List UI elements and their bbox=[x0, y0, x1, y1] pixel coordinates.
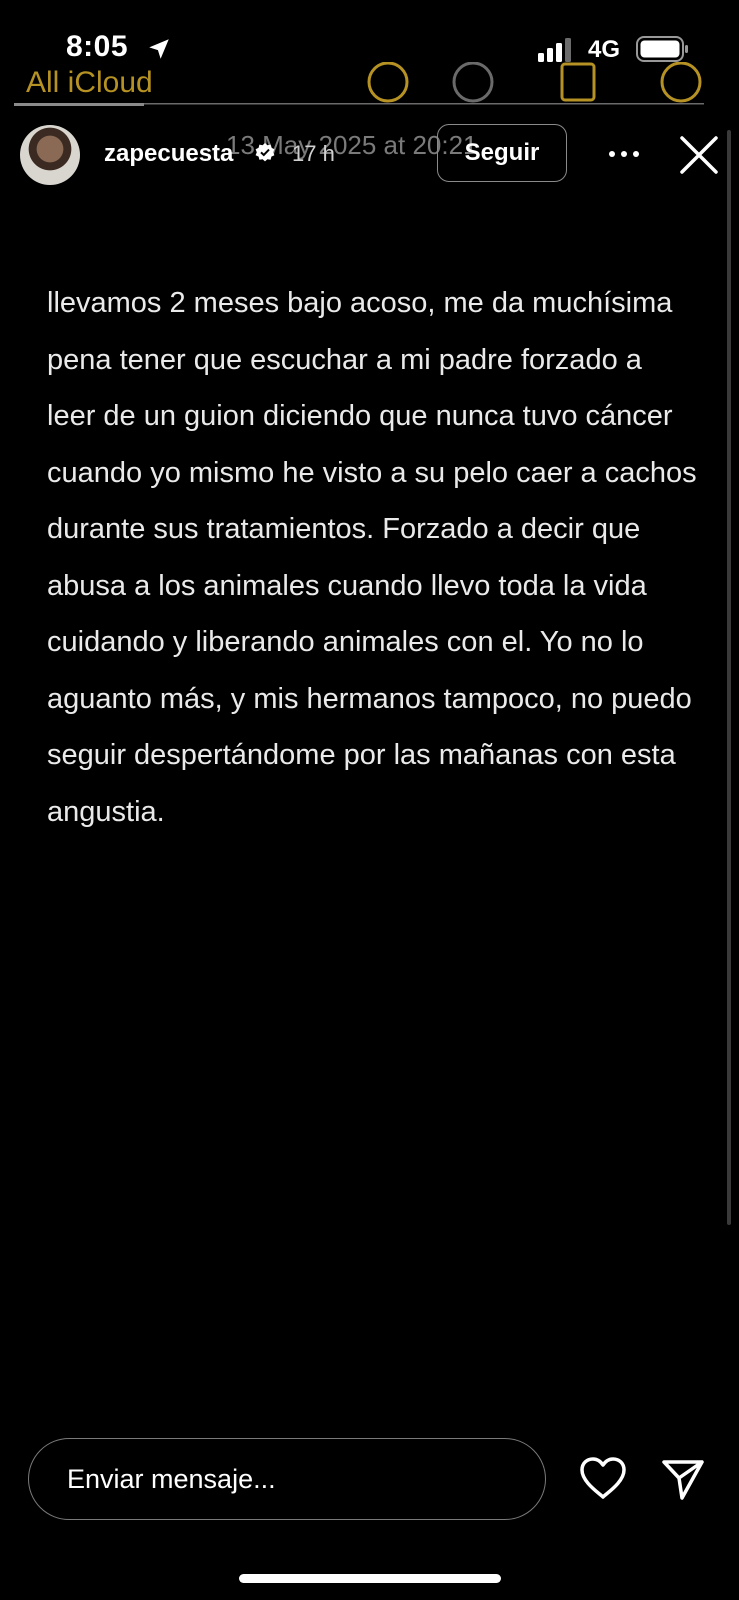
verified-badge-icon bbox=[255, 143, 275, 162]
more-options-icon[interactable] bbox=[606, 140, 642, 168]
status-time: 8:05 bbox=[66, 30, 129, 63]
signal-bars-icon bbox=[538, 38, 571, 62]
battery-icon bbox=[636, 36, 688, 62]
scrollbar[interactable] bbox=[727, 130, 731, 1225]
location-arrow-icon bbox=[149, 39, 169, 59]
avatar[interactable] bbox=[20, 125, 80, 185]
story-time-ago: 17 h bbox=[292, 141, 335, 166]
heart-icon[interactable] bbox=[578, 1455, 628, 1501]
message-input[interactable]: Enviar mensaje... bbox=[28, 1438, 546, 1520]
username[interactable]: zapecuesta bbox=[104, 140, 233, 168]
follow-button[interactable]: Seguir bbox=[437, 124, 567, 182]
home-indicator bbox=[239, 1574, 501, 1583]
network-label: 4G bbox=[588, 36, 621, 63]
background-back-link: All iCloud bbox=[26, 66, 153, 99]
close-icon[interactable] bbox=[678, 134, 720, 176]
send-icon[interactable] bbox=[660, 1456, 706, 1502]
story-text: llevamos 2 meses bajo acoso, me da muchí… bbox=[47, 287, 697, 828]
